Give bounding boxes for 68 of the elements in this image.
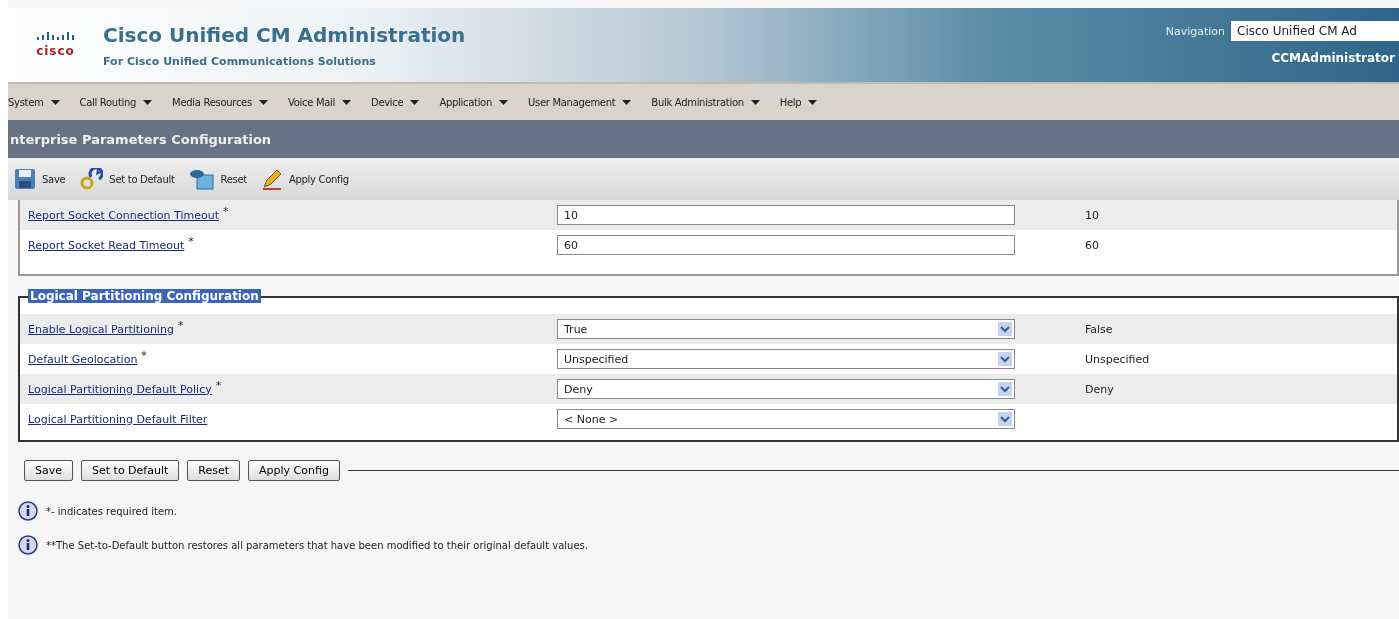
caret-icon bbox=[499, 99, 508, 105]
input-field[interactable]: 10 bbox=[557, 205, 1015, 225]
required-mark: * bbox=[141, 348, 147, 362]
caret-icon bbox=[808, 99, 818, 105]
required-mark: * bbox=[177, 318, 184, 332]
chevron-down-icon bbox=[998, 322, 1012, 336]
menu-item[interactable]: Bulk Administration bbox=[651, 96, 760, 108]
arrows-icon bbox=[79, 168, 104, 190]
chevron-down-icon bbox=[998, 352, 1012, 366]
default-value: Deny bbox=[1085, 382, 1114, 396]
caret-icon bbox=[622, 99, 632, 105]
info-icon bbox=[18, 501, 38, 521]
parameter-link[interactable]: Report Socket Read Timeout bbox=[28, 238, 185, 252]
logo-word: cisco bbox=[36, 44, 75, 58]
menu-item[interactable]: Call Routing bbox=[79, 96, 153, 108]
dropdown[interactable]: Unspecified bbox=[557, 349, 1015, 369]
default-value: False bbox=[1085, 322, 1113, 336]
dropdown[interactable]: True bbox=[557, 319, 1015, 339]
default-value: 60 bbox=[1085, 238, 1099, 252]
app-subtitle: For Cisco Unified Communications Solutions bbox=[103, 54, 377, 68]
user-name: CCMAdministrator bbox=[1271, 51, 1396, 65]
parameter-link[interactable]: Enable Logical Partitioning bbox=[28, 322, 174, 336]
required-mark: * bbox=[222, 204, 229, 218]
caret-icon bbox=[410, 99, 420, 105]
menu-item[interactable]: Device bbox=[371, 96, 420, 108]
form-button[interactable]: Set to Default bbox=[81, 460, 180, 481]
default-value: Unspecified bbox=[1085, 352, 1150, 366]
form-button[interactable]: Save bbox=[24, 460, 73, 481]
menu-item[interactable]: Voice Mail bbox=[287, 96, 351, 108]
form-button[interactable]: Apply Config bbox=[248, 460, 340, 481]
info-icon bbox=[18, 535, 38, 555]
navigation-select[interactable]: Cisco Unified CM Ad bbox=[1231, 21, 1399, 41]
floppy-icon bbox=[14, 168, 36, 190]
default-value: 10 bbox=[1085, 208, 1099, 222]
parameter-link[interactable]: Logical Partitioning Default Filter bbox=[28, 412, 208, 426]
chevron-down-icon bbox=[998, 382, 1012, 396]
chevron-down-icon bbox=[998, 412, 1012, 426]
caret-icon bbox=[50, 99, 60, 105]
required-mark: * bbox=[188, 234, 194, 248]
menu-item[interactable]: Help bbox=[779, 96, 818, 108]
required-mark: * bbox=[215, 378, 222, 392]
caret-icon bbox=[258, 99, 268, 105]
menu-item[interactable]: System bbox=[8, 96, 60, 108]
note-text: **The Set-to-Default button restores all parameters that have been modified to their original default values. bbox=[46, 539, 588, 551]
parameter-link[interactable]: Report Socket Connection Timeout bbox=[28, 208, 219, 222]
menu-item[interactable]: User Management bbox=[528, 96, 632, 108]
menu-item[interactable]: Media Resources bbox=[172, 96, 268, 108]
toolbar-button[interactable]: Set to Default bbox=[79, 168, 175, 190]
note-text: *- indicates required item. bbox=[46, 505, 177, 517]
caret-icon bbox=[750, 99, 760, 105]
menu-item[interactable]: Application bbox=[439, 96, 508, 108]
navigation-label: Navigation bbox=[1165, 24, 1225, 38]
caret-icon bbox=[143, 99, 153, 105]
form-button[interactable]: Reset bbox=[187, 460, 241, 481]
parameter-link[interactable]: Logical Partitioning Default Policy bbox=[28, 382, 212, 396]
app-title: Cisco Unified CM Administration bbox=[103, 22, 467, 47]
caret-icon bbox=[342, 99, 351, 105]
toolbar-button[interactable]: Save bbox=[14, 168, 66, 190]
toolbar-button[interactable]: Apply Config bbox=[260, 168, 349, 190]
dropdown[interactable]: < None > bbox=[557, 409, 1015, 429]
section-legend: Logical Partitioning Configuration bbox=[28, 289, 261, 303]
toolbar-button[interactable]: Reset bbox=[188, 168, 247, 190]
input-field[interactable]: 60 bbox=[557, 235, 1015, 255]
logo-bars-icon bbox=[35, 32, 76, 42]
pencil-icon bbox=[260, 168, 283, 190]
parameter-link[interactable]: Default Geolocation bbox=[28, 352, 138, 366]
page-title: nterprise Parameters Configuration bbox=[8, 120, 1399, 158]
dropdown[interactable]: Deny bbox=[557, 379, 1015, 399]
